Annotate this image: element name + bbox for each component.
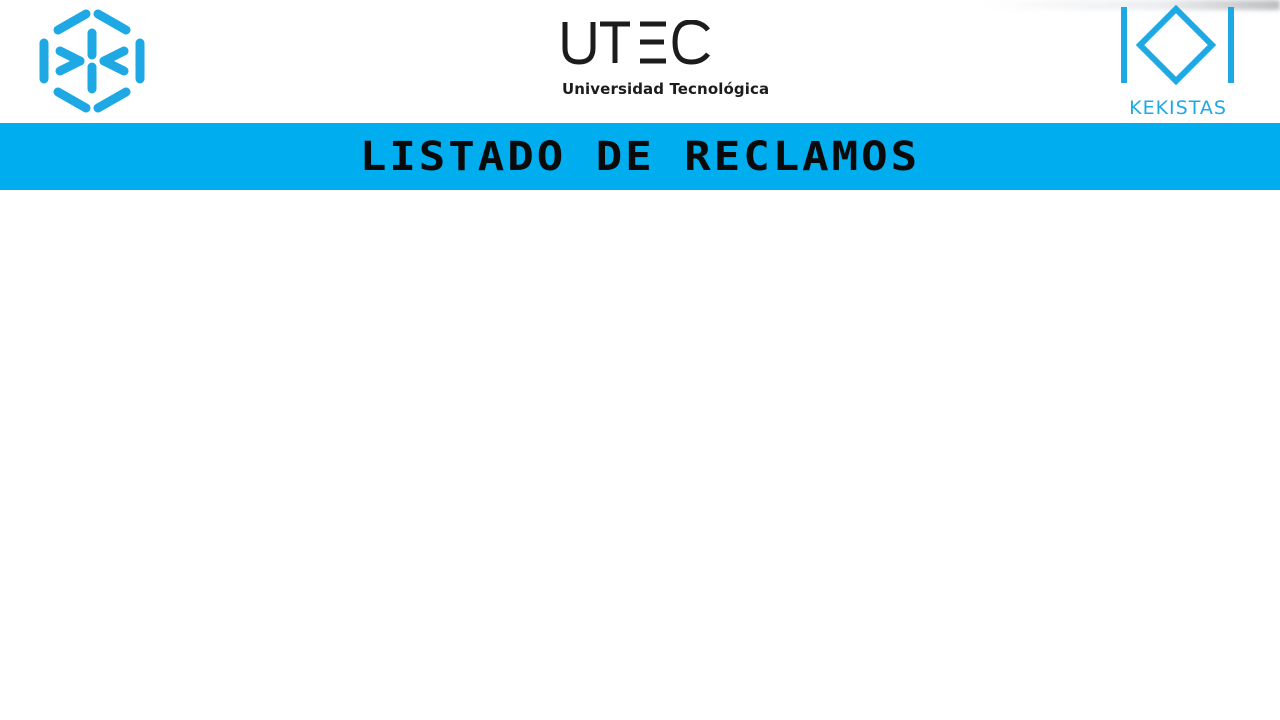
claims-list-area: [0, 190, 1280, 720]
page-title: LISTADO DE RECLAMOS: [359, 133, 921, 180]
utec-subtitle: Universidad Tecnológica: [562, 80, 770, 98]
kekistas-logo: KEKISTAS: [1118, 5, 1238, 119]
kekistas-logo-icon: [1121, 5, 1234, 85]
utec-wordmark: [562, 20, 710, 65]
hexagon-cube-logo-icon: [36, 5, 148, 117]
title-banner: LISTADO DE RECLAMOS: [0, 123, 1280, 190]
kekistas-label: KEKISTAS: [1129, 97, 1227, 119]
utec-logo: Universidad Tecnológica: [560, 20, 769, 106]
page: Universidad Tecnológica KEKISTAS LISTADO…: [0, 0, 1280, 720]
header: Universidad Tecnológica KEKISTAS: [0, 0, 1280, 123]
